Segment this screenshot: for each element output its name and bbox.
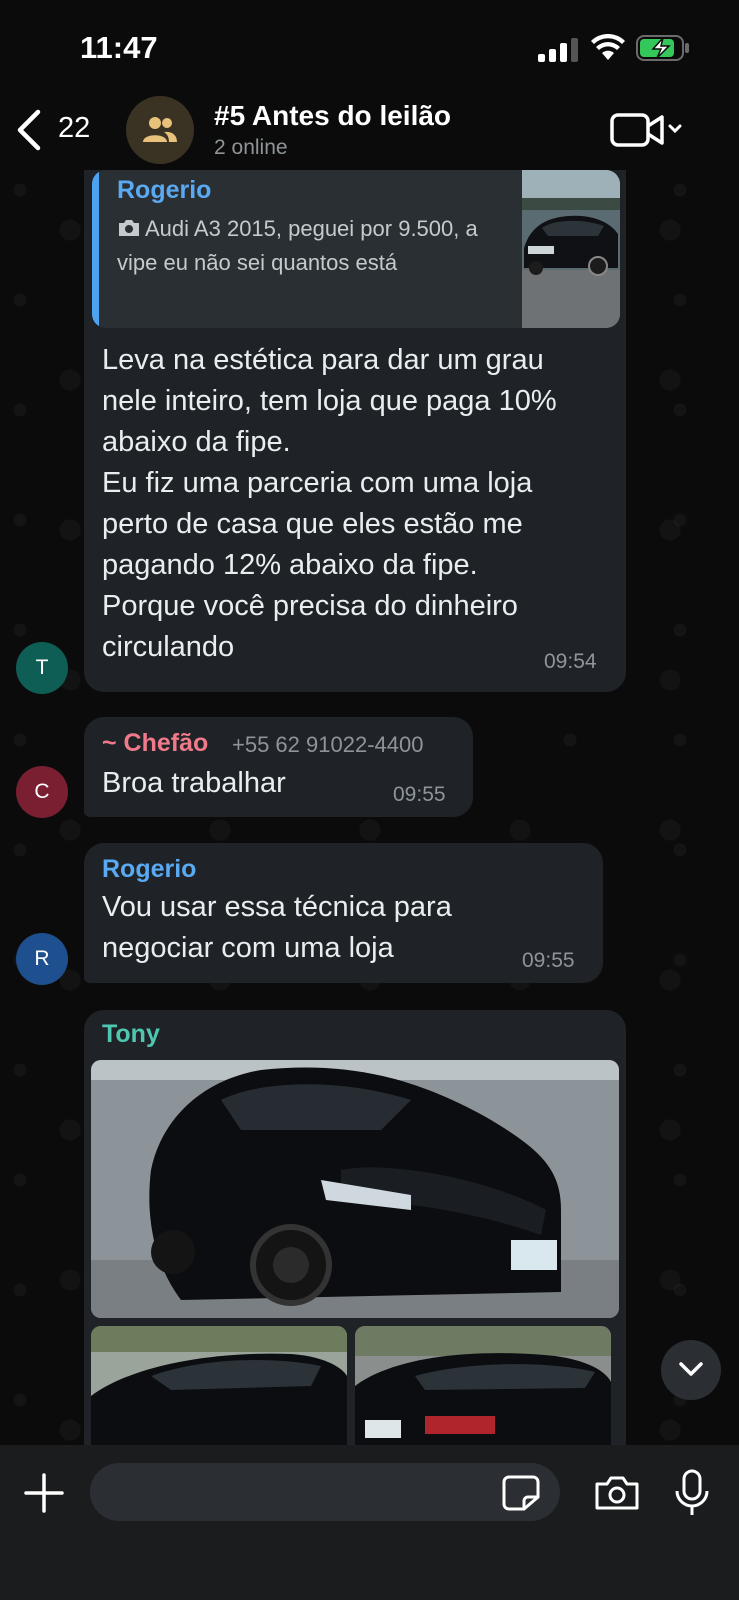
- quote-accent-bar: [92, 170, 99, 328]
- black-sedan-side-photo[interactable]: [91, 1326, 347, 1456]
- message-text: Vou usar essa técnica para negociar com …: [102, 891, 452, 964]
- camera-icon[interactable]: [594, 1475, 640, 1511]
- scroll-to-bottom-button[interactable]: [661, 1340, 721, 1400]
- chevron-down-icon: [679, 1362, 703, 1376]
- message-time: 09:55: [522, 949, 575, 972]
- quote-sender: Rogerio: [117, 176, 212, 204]
- wifi-icon: [591, 34, 625, 60]
- sticker-icon[interactable]: [502, 1475, 540, 1511]
- chat-title[interactable]: #5 Antes do leilão: [214, 100, 451, 132]
- message-bubble[interactable]: ~ Chefão +55 62 91022-4400 Broa trabalha…: [84, 717, 473, 817]
- group-icon: [143, 117, 177, 142]
- message-input-bar: [0, 1445, 739, 1600]
- message-bubble[interactable]: Rogerio Vou usar essa técnica para negoc…: [84, 843, 603, 983]
- unread-count[interactable]: 22: [58, 112, 90, 145]
- battery-charging-icon: [636, 35, 689, 61]
- online-status: 2 online: [214, 136, 288, 159]
- quoted-message[interactable]: Rogerio Audi A3 2015, peguei por 9.500, …: [92, 170, 620, 328]
- microphone-icon[interactable]: [674, 1469, 710, 1517]
- chat-header: 22 #5 Antes do leilão 2 online: [0, 90, 739, 170]
- audi-thumbnail-image[interactable]: [522, 170, 620, 328]
- camera-icon: [119, 220, 139, 236]
- black-sedan-front-photo[interactable]: [91, 1060, 619, 1318]
- attach-plus-icon[interactable]: [24, 1473, 64, 1513]
- avatar-c[interactable]: C: [16, 766, 68, 818]
- video-call-icon[interactable]: [610, 112, 682, 148]
- message-text: Broa trabalhar: [102, 767, 286, 799]
- black-sedan-rear-photo[interactable]: [355, 1326, 611, 1456]
- quote-text-content: Audi A3 2015, peguei por 9.500, a vipe e…: [117, 216, 478, 275]
- sender-phone: +55 62 91022-4400: [232, 732, 424, 757]
- message-text: Leva na estética para dar um grau nele i…: [102, 344, 557, 663]
- message-input[interactable]: [90, 1463, 560, 1521]
- cellular-signal-icon: [538, 38, 578, 62]
- message-sender[interactable]: Tony: [102, 1020, 160, 1049]
- message-sender[interactable]: Rogerio: [102, 855, 196, 884]
- avatar-r[interactable]: R: [16, 933, 68, 985]
- message-bubble-reply[interactable]: Rogerio Audi A3 2015, peguei por 9.500, …: [84, 170, 626, 692]
- photo-message-bubble[interactable]: Tony: [84, 1010, 626, 1456]
- group-avatar[interactable]: [126, 96, 194, 164]
- avatar-t[interactable]: T: [16, 642, 68, 694]
- message-time: 09:55: [393, 783, 446, 806]
- message-sender[interactable]: ~ Chefão: [102, 729, 208, 758]
- back-chevron-icon[interactable]: [14, 108, 44, 152]
- message-time: 09:54: [544, 650, 597, 673]
- status-bar: 11:47: [0, 0, 739, 95]
- quote-text: Audi A3 2015, peguei por 9.500, a vipe e…: [117, 212, 487, 280]
- status-time: 11:47: [80, 30, 158, 65]
